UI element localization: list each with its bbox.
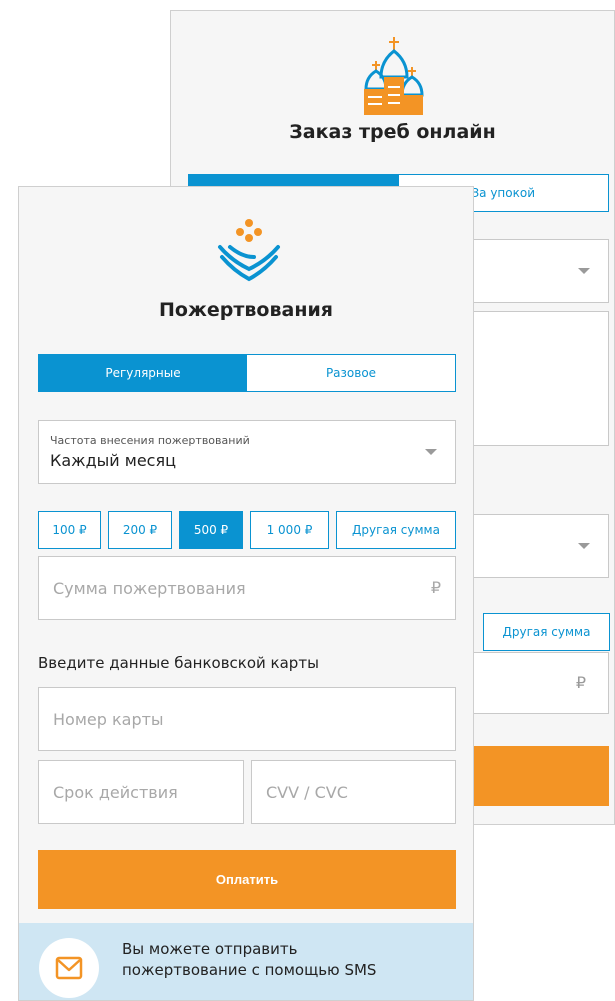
amount-1000-button[interactable]: 1 000 ₽ — [250, 511, 329, 549]
amount-200-button[interactable]: 200 ₽ — [108, 511, 172, 549]
sms-icon-circle — [39, 938, 99, 998]
amount-options: 100 ₽ 200 ₽ 500 ₽ 1 000 ₽ Другая сумма — [38, 511, 456, 549]
other-amount-button[interactable]: Другая сумма — [336, 511, 456, 549]
back-other-amount-button[interactable]: Другая сумма — [483, 613, 610, 651]
cvv-field — [251, 760, 456, 824]
card-number-field — [38, 687, 456, 751]
tab-one-time[interactable]: Разовое — [247, 355, 455, 391]
sms-banner[interactable]: Вы можете отправить пожертвование с помо… — [19, 923, 473, 1000]
card-number-input[interactable] — [39, 688, 455, 750]
donation-type-tabs: Регулярные Разовое — [38, 354, 456, 392]
amount-field: ₽ — [38, 556, 456, 620]
amount-100-button[interactable]: 100 ₽ — [38, 511, 101, 549]
frequency-value: Каждый месяц — [50, 451, 176, 470]
envelope-icon — [55, 956, 83, 980]
sms-text-line-1: Вы можете отправить — [122, 940, 298, 958]
cvv-input[interactable] — [252, 761, 455, 823]
expiry-field — [38, 760, 244, 824]
back-card-title: Заказ треб онлайн — [289, 121, 496, 143]
amount-input[interactable] — [39, 557, 455, 619]
tab-regular[interactable]: Регулярные — [39, 355, 247, 391]
donation-hands-icon — [218, 219, 280, 282]
church-domes-icon — [364, 37, 424, 115]
chevron-down-icon — [425, 449, 437, 455]
frequency-label: Частота внесения пожертвований — [50, 434, 250, 447]
sms-text: Вы можете отправить пожертвование с помо… — [122, 939, 452, 981]
frequency-select[interactable]: Частота внесения пожертвований Каждый ме… — [38, 420, 456, 484]
back-pay-button[interactable] — [473, 746, 609, 806]
donation-card: Пожертвования Регулярные Разовое Частота… — [18, 186, 474, 1001]
pay-button[interactable]: Оплатить — [38, 850, 456, 909]
expiry-input[interactable] — [39, 761, 243, 823]
amount-500-button[interactable]: 500 ₽ — [179, 511, 243, 549]
ruble-sign: ₽ — [575, 673, 586, 692]
chevron-down-icon — [578, 543, 590, 549]
card-section-title: Введите данные банковской карты — [38, 654, 319, 672]
ruble-sign: ₽ — [430, 578, 441, 597]
donation-title: Пожертвования — [159, 299, 333, 321]
chevron-down-icon — [578, 268, 590, 274]
sms-text-line-2: пожертвование с помощью SMS — [122, 961, 377, 979]
